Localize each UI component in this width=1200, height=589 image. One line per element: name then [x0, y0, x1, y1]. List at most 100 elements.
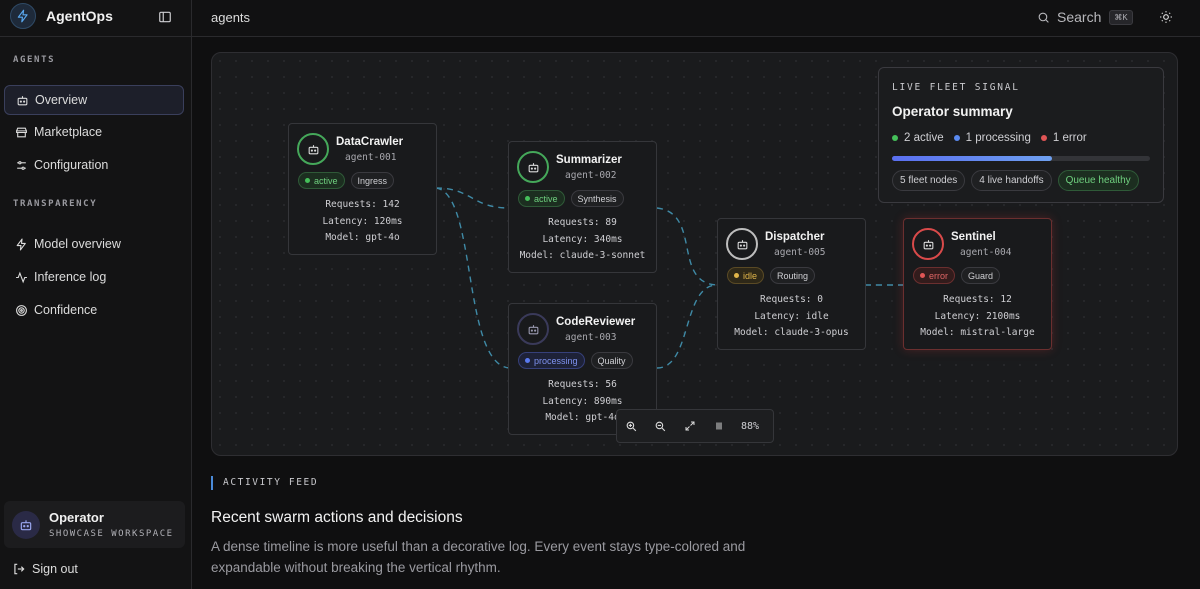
- status-dot: [920, 273, 925, 278]
- agent-node-dispatcher[interactable]: Dispatcher agent-005 idle Routing Reques…: [717, 218, 866, 350]
- node-requests: Requests: 56: [548, 379, 617, 390]
- section-label-agents: AGENTS: [13, 55, 56, 65]
- status-badge: idle: [727, 267, 765, 284]
- node-latency: Latency: 890ms: [542, 395, 623, 407]
- role-badge: Quality: [590, 352, 633, 369]
- zoom-out-button[interactable]: [646, 409, 675, 443]
- status-text: idle: [743, 270, 758, 281]
- sidebar-item-label: Overview: [35, 93, 88, 107]
- edge-summarizer-dispatcher: [656, 207, 718, 286]
- node-latency: Latency: idle: [754, 310, 829, 322]
- search-shortcut: ⌘K: [1109, 9, 1133, 25]
- stat-error: 1 error: [1040, 132, 1087, 144]
- sidebar-item-overview[interactable]: Overview: [4, 85, 184, 115]
- node-title: Sentinel: [951, 231, 996, 243]
- topbar: agents Search ⌘K: [192, 0, 1200, 37]
- operator-workspace: SHOWCASE WORKSPACE: [49, 529, 174, 539]
- activity-icon: [14, 270, 28, 284]
- agent-node-datacrawler[interactable]: DataCrawler agent-001 active Ingress Req…: [288, 123, 437, 255]
- status-dot: [892, 135, 898, 141]
- edge-datacrawler-summarizer: [435, 187, 510, 209]
- status-dot: [525, 358, 530, 363]
- sidebar-item-inference-log[interactable]: Inference log: [4, 262, 184, 292]
- node-id: agent-002: [565, 170, 617, 181]
- node-title: Dispatcher: [765, 231, 825, 243]
- sidebar-item-confidence[interactable]: Confidence: [4, 295, 184, 325]
- target-icon: [14, 303, 28, 317]
- search-label: Search: [1057, 9, 1102, 25]
- node-requests: Requests: 0: [760, 294, 823, 305]
- summary-label: LIVE FLEET SIGNAL: [892, 82, 1020, 93]
- pause-button[interactable]: [704, 409, 733, 443]
- brand-bar: AgentOps: [0, 0, 191, 37]
- log-out-icon: [12, 562, 26, 576]
- status-badge: active: [518, 190, 565, 207]
- fit-view-button[interactable]: [675, 409, 704, 443]
- zoom-out-icon: [655, 421, 666, 431]
- agent-graph-canvas[interactable]: DataCrawler agent-001 active Ingress Req…: [211, 52, 1178, 456]
- section-label-transparency: TRANSPARENCY: [13, 199, 98, 209]
- sign-out-label: Sign out: [32, 562, 78, 576]
- node-model: Model: mistral-large: [920, 327, 1035, 338]
- stat-text: 1 processing: [965, 132, 1031, 144]
- search-icon: [1037, 11, 1050, 24]
- status-text: processing: [534, 355, 578, 366]
- role-badge: Guard: [961, 267, 1001, 284]
- node-requests: Requests: 12: [943, 294, 1012, 305]
- operator-name: Operator: [49, 510, 104, 525]
- sidebar: AgentOps AGENTS Overview Marketplace Con…: [0, 0, 192, 589]
- node-model: Model: claude-3-opus: [734, 327, 849, 338]
- theme-toggle-icon[interactable]: [1158, 9, 1174, 25]
- node-title: Summarizer: [556, 154, 622, 166]
- sidebar-toggle-icon[interactable]: [156, 8, 174, 26]
- zoom-level: 88%: [741, 420, 760, 432]
- node-latency: Latency: 340ms: [542, 233, 623, 245]
- operator-summary-card: LIVE FLEET SIGNAL Operator summary 2 act…: [878, 67, 1164, 203]
- node-latency: Latency: 120ms: [322, 215, 403, 227]
- bot-icon: [517, 313, 549, 345]
- status-dot: [525, 196, 530, 201]
- status-badge: active: [298, 172, 345, 189]
- sidebar-item-marketplace[interactable]: Marketplace: [4, 117, 184, 147]
- breadcrumb: agents: [211, 10, 251, 25]
- node-title: DataCrawler: [336, 136, 404, 148]
- fleet-progress-fill: [892, 156, 1052, 161]
- zoom-in-button[interactable]: [617, 409, 646, 443]
- bot-icon: [15, 93, 29, 107]
- node-latency: Latency: 2100ms: [934, 310, 1021, 322]
- summary-stats: 2 active 1 processing 1 error: [892, 132, 1087, 144]
- node-requests: Requests: 142: [325, 199, 400, 210]
- status-dot: [305, 178, 310, 183]
- sidebar-item-configuration[interactable]: Configuration: [4, 150, 184, 180]
- activity-description: A dense timeline is more useful than a d…: [211, 539, 746, 575]
- agent-node-sentinel[interactable]: Sentinel agent-004 error Guard Requests:…: [903, 218, 1052, 350]
- edge-codereviewer-dispatcher: [656, 284, 718, 369]
- brand-name: AgentOps: [46, 8, 113, 24]
- sidebar-item-model-overview[interactable]: Model overview: [4, 229, 184, 259]
- role-badge: Synthesis: [570, 190, 624, 207]
- status-dot: [1040, 135, 1047, 141]
- sidebar-item-label: Model overview: [34, 237, 121, 251]
- stat-processing: 1 processing: [953, 132, 1031, 144]
- agent-node-summarizer[interactable]: Summarizer agent-002 active Synthesis Re…: [508, 141, 657, 273]
- sidebar-item-label: Confidence: [34, 303, 98, 317]
- node-requests: Requests: 89: [548, 217, 617, 228]
- operator-card[interactable]: Operator SHOWCASE WORKSPACE: [4, 501, 185, 548]
- node-id: agent-004: [960, 247, 1012, 258]
- sidebar-item-label: Configuration: [34, 158, 109, 172]
- avatar: [12, 511, 40, 539]
- bot-icon: [912, 228, 944, 260]
- search-button[interactable]: Search ⌘K: [1037, 7, 1133, 27]
- status-text: active: [534, 193, 558, 204]
- status-text: error: [929, 270, 949, 281]
- edge-datacrawler-codereviewer: [435, 187, 510, 369]
- sign-out-button[interactable]: Sign out: [12, 562, 78, 576]
- summary-title: Operator summary: [892, 104, 1013, 119]
- status-dot: [953, 135, 960, 141]
- role-badge: Ingress: [350, 172, 395, 189]
- status-text: active: [314, 175, 338, 186]
- sliders-icon: [14, 158, 28, 172]
- node-id: agent-003: [565, 332, 617, 343]
- activity-title: Recent swarm actions and decisions: [211, 509, 463, 526]
- status-badge: error: [913, 267, 956, 284]
